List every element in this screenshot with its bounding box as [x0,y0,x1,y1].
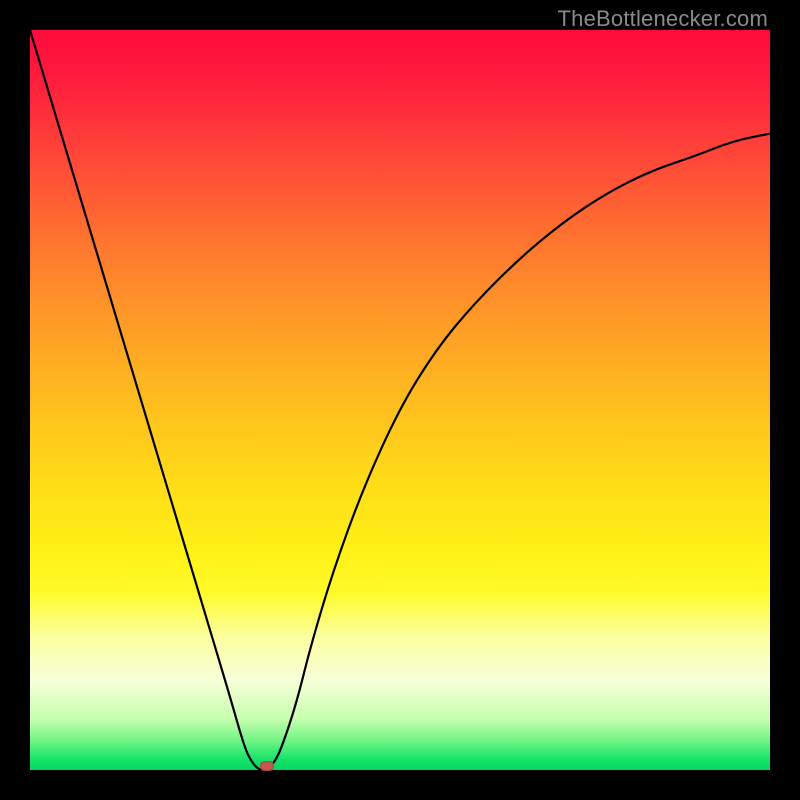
plot-area [30,30,770,770]
optimum-marker [260,761,274,771]
bottleneck-curve [30,30,770,770]
chart-frame: TheBottlenecker.com [0,0,800,800]
watermark-text: TheBottlenecker.com [558,6,768,32]
